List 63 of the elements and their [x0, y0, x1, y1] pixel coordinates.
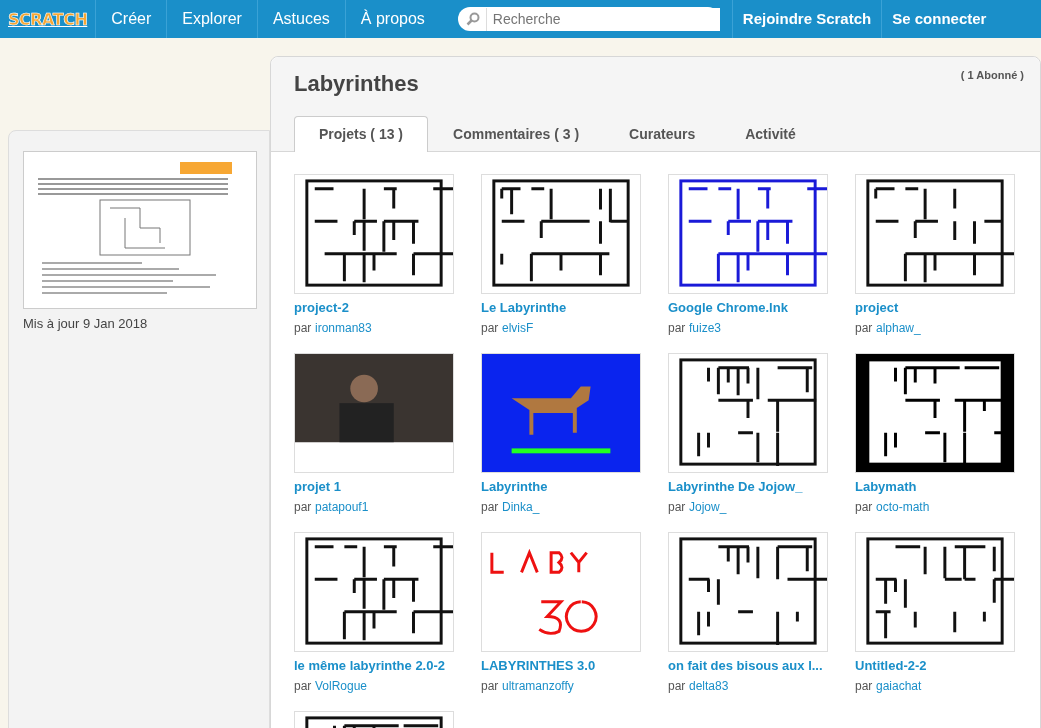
- by-label: par: [855, 678, 873, 693]
- nav-link[interactable]: Créer: [95, 0, 167, 38]
- author-link[interactable]: fuize3: [688, 320, 721, 335]
- by-label: par: [668, 499, 686, 514]
- project-thumbnail[interactable]: [481, 174, 641, 294]
- project-title-link[interactable]: project: [855, 298, 899, 318]
- by-label: par: [668, 320, 686, 335]
- by-label: par: [481, 320, 499, 335]
- by-label: par: [855, 499, 873, 514]
- by-label: par: [481, 499, 499, 514]
- tab[interactable]: Curateurs: [604, 116, 721, 152]
- project-title-link[interactable]: Labyrinthe De Jojow_: [668, 477, 803, 497]
- nav-link[interactable]: Explorer: [166, 0, 257, 38]
- project-thumbnail[interactable]: [294, 353, 454, 473]
- follower-count: ( 1 Abonné ): [960, 68, 1024, 83]
- project-thumbnail[interactable]: [855, 532, 1015, 652]
- nav-link[interactable]: Astuces: [256, 0, 345, 38]
- project-thumbnail[interactable]: [855, 353, 1015, 473]
- project-title-link[interactable]: on fait des bisous aux l...: [668, 656, 823, 676]
- by-label: par: [294, 320, 312, 335]
- project-title-link[interactable]: LABYRINTHES 3.0: [481, 656, 596, 676]
- project-title-link[interactable]: projet 1: [294, 477, 341, 497]
- project-thumbnail[interactable]: [668, 353, 828, 473]
- project-title-link[interactable]: Labyrinthe: [481, 477, 548, 497]
- author-link[interactable]: Dinka_: [501, 499, 540, 514]
- project-thumbnail[interactable]: [668, 174, 828, 294]
- studio-title: Labyrinthes: [294, 70, 419, 98]
- author-link[interactable]: patapouf1: [314, 499, 369, 514]
- author-link[interactable]: gaiachat: [875, 678, 922, 693]
- search-icon: [465, 12, 480, 26]
- project-title-link[interactable]: le même labyrinthe 2.0-2: [294, 656, 445, 676]
- tab[interactable]: Projets ( 13 ): [294, 116, 429, 152]
- project-title-link[interactable]: Google Chrome.lnk: [668, 298, 788, 318]
- project-title-link[interactable]: Untitled-2-2: [855, 656, 927, 676]
- project-thumbnail[interactable]: [668, 532, 828, 652]
- author-link[interactable]: alphaw_: [875, 320, 921, 335]
- project-thumbnail[interactable]: [294, 174, 454, 294]
- author-link[interactable]: VolRogue: [314, 678, 367, 693]
- by-label: par: [294, 678, 312, 693]
- project-title-link[interactable]: Labymath: [855, 477, 917, 497]
- nav-action-link[interactable]: Rejoindre Scratch: [731, 0, 882, 38]
- project-title-link[interactable]: Le Labyrinthe: [481, 298, 567, 318]
- tab[interactable]: Commentaires ( 3 ): [428, 116, 605, 152]
- author-link[interactable]: delta83: [688, 678, 729, 693]
- project-thumbnail[interactable]: [855, 174, 1015, 294]
- by-label: par: [481, 678, 499, 693]
- by-label: par: [668, 678, 686, 693]
- project-title-link[interactable]: project-2: [294, 298, 349, 318]
- author-link[interactable]: ultramanzoffy: [501, 678, 574, 693]
- nav-link[interactable]: À propos: [344, 0, 440, 38]
- by-label: par: [294, 499, 312, 514]
- project-thumbnail[interactable]: [481, 532, 641, 652]
- by-label: par: [855, 320, 873, 335]
- project-thumbnail[interactable]: [481, 353, 641, 473]
- author-link[interactable]: octo-math: [875, 499, 930, 514]
- search-field[interactable]: Recherche: [457, 7, 720, 31]
- tab[interactable]: Activité: [720, 116, 821, 152]
- project-thumbnail[interactable]: [294, 532, 454, 652]
- author-link[interactable]: Jojow_: [688, 499, 727, 514]
- author-link[interactable]: ironman83: [314, 320, 372, 335]
- author-link[interactable]: elvisF: [501, 320, 534, 335]
- nav-action-link[interactable]: Se connecter: [881, 0, 997, 38]
- updated-date: Mis à jour 9 Jan 2018: [23, 315, 148, 333]
